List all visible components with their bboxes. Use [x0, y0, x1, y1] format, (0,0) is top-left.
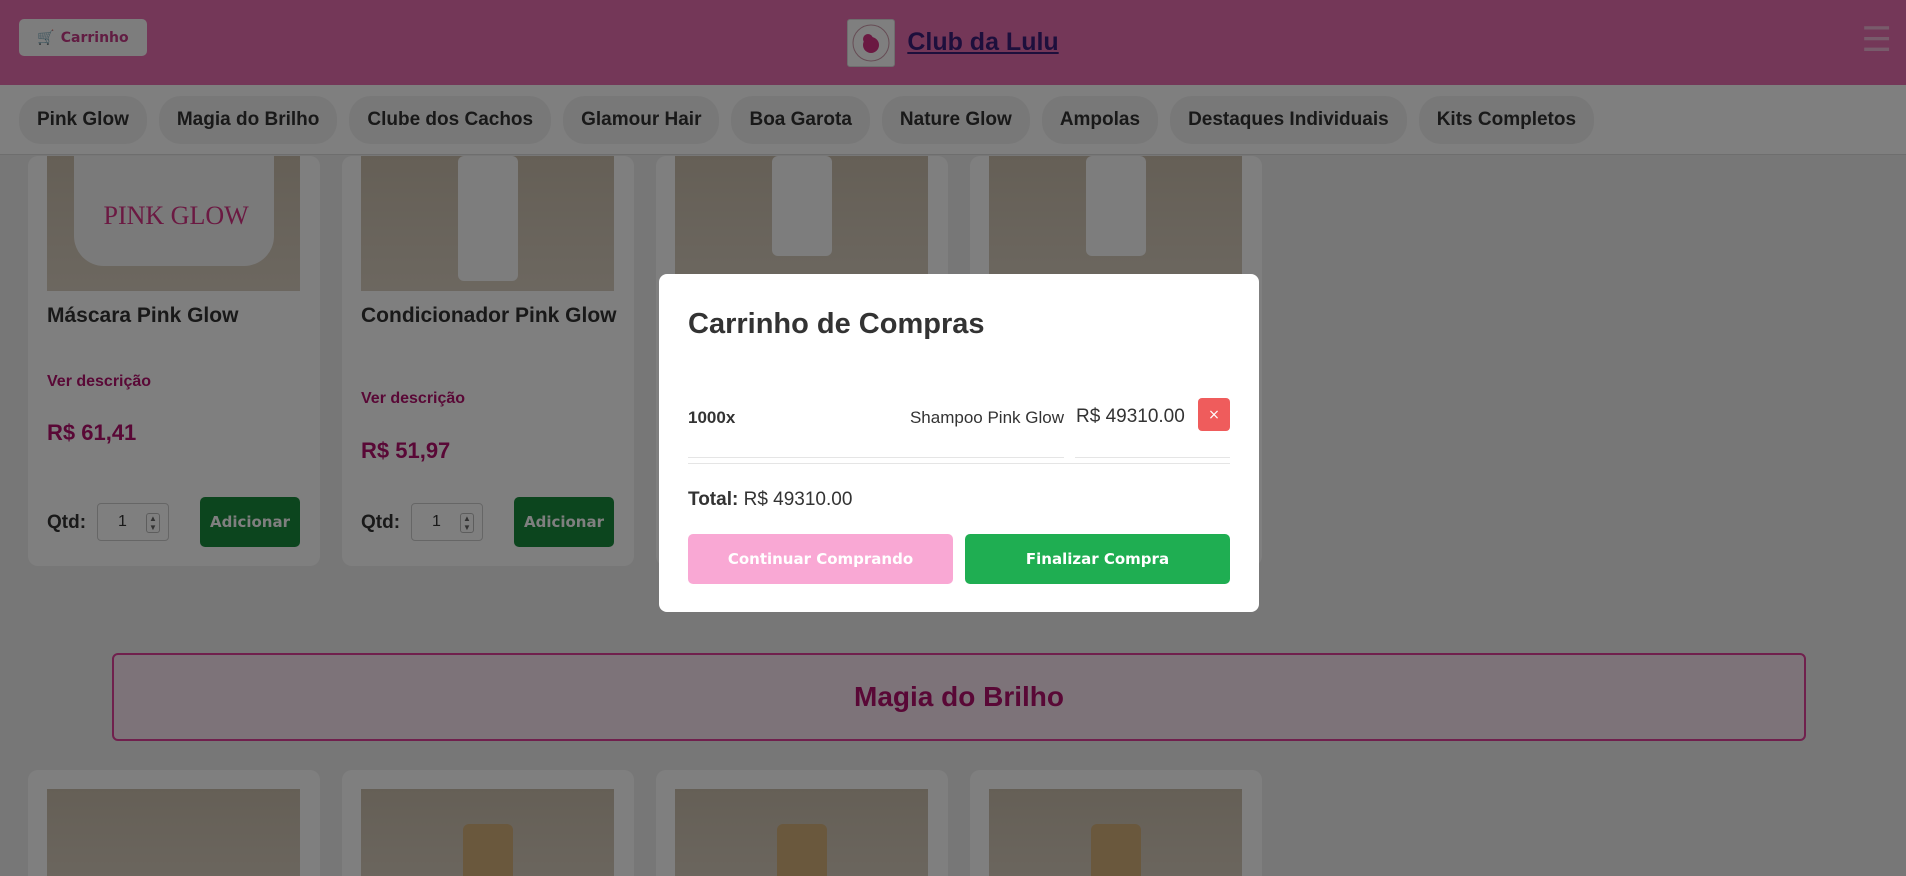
- checkout-button[interactable]: Finalizar Compra: [965, 534, 1230, 584]
- total-value: R$ 49310.00: [743, 489, 853, 510]
- cart-total: Total: R$ 49310.00: [688, 489, 852, 511]
- cart-item-qty: 1000x: [688, 408, 736, 427]
- row-divider: [688, 457, 1064, 458]
- cart-item-row: 1000x Shampoo Pink Glow R$ 49310.00 ×: [688, 398, 1230, 458]
- row-divider: [1075, 457, 1230, 458]
- cart-modal: Carrinho de Compras 1000x Shampoo Pink G…: [659, 274, 1259, 612]
- cart-item-name: Shampoo Pink Glow: [909, 408, 1064, 427]
- continue-shopping-button[interactable]: Continuar Comprando: [688, 534, 953, 584]
- divider: [688, 463, 1230, 464]
- close-icon: ×: [1208, 406, 1220, 423]
- cart-item-price: R$ 49310.00: [1076, 406, 1185, 427]
- total-label: Total:: [688, 489, 739, 510]
- remove-item-button[interactable]: ×: [1198, 398, 1230, 431]
- modal-title: Carrinho de Compras: [688, 308, 985, 340]
